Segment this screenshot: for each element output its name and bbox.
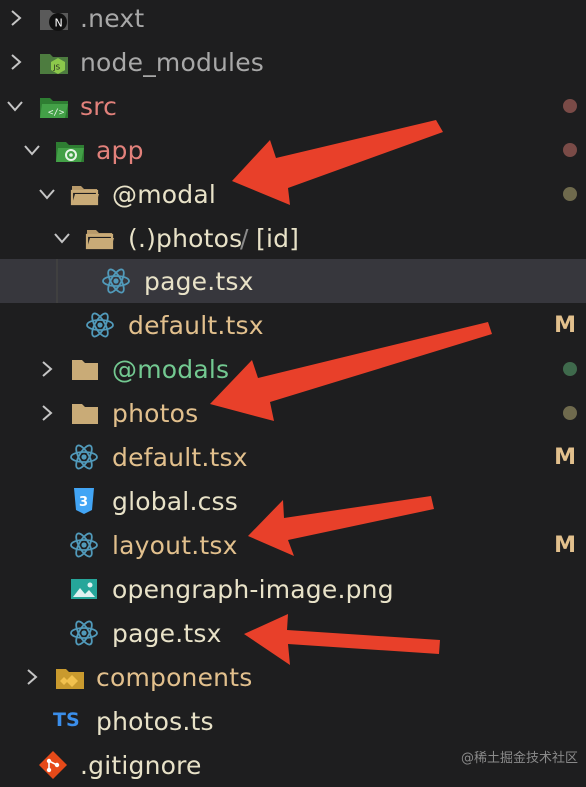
tree-item-default-tsx[interactable]: default.tsx M	[0, 435, 586, 479]
tree-item-label: @modals	[112, 354, 230, 384]
folder-open-icon	[70, 186, 99, 206]
git-status-dot	[563, 143, 577, 157]
react-icon	[70, 620, 98, 646]
svg-text:JS: JS	[53, 64, 61, 72]
git-status-dot	[563, 362, 577, 376]
git-status-dot	[563, 99, 577, 113]
tree-item-label: (.)photos	[128, 223, 243, 253]
node-folder-icon: JS	[40, 54, 68, 74]
react-icon	[70, 444, 98, 470]
svg-text:N: N	[55, 17, 63, 30]
git-status-modified: M	[554, 444, 576, 470]
next-folder-icon: N	[40, 10, 68, 31]
css-icon: 3	[74, 488, 94, 514]
tree-item-src[interactable]: </> src	[0, 84, 586, 128]
git-status-dot	[563, 406, 577, 420]
tree-item-modals[interactable]: @modals	[0, 347, 586, 391]
chevron-down-icon[interactable]	[5, 96, 25, 116]
src-folder-icon: </>	[40, 98, 68, 118]
tree-item-label: .next	[80, 3, 145, 33]
git-icon	[39, 751, 67, 779]
tree-item-label: @modal	[112, 179, 216, 209]
git-status-modified: M	[554, 532, 576, 558]
tree-item-label: page.tsx	[144, 266, 254, 296]
typescript-icon: TS	[53, 709, 80, 731]
tree-item-modal[interactable]: @modal	[0, 172, 586, 216]
svg-text:</>: </>	[48, 108, 65, 118]
tree-item-components[interactable]: components	[0, 655, 586, 699]
app-folder-icon	[56, 142, 84, 162]
tree-item-label: components	[96, 662, 253, 692]
tree-item-label: node_modules	[80, 47, 265, 77]
chevron-down-icon[interactable]	[37, 184, 57, 204]
chevron-right-icon[interactable]	[37, 403, 57, 423]
tree-item-label-segment: [id]	[256, 223, 300, 253]
chevron-right-icon[interactable]	[22, 667, 42, 687]
components-folder-icon	[56, 669, 84, 689]
tree-item-label: opengraph-image.png	[112, 574, 394, 604]
tree-item-label: app	[96, 135, 144, 165]
tree-item-label: photos.ts	[96, 706, 214, 736]
tree-item-global-css[interactable]: 3 global.css	[0, 479, 586, 523]
tree-item-label: layout.tsx	[112, 530, 238, 560]
git-status-dot	[563, 187, 577, 201]
react-icon	[70, 532, 98, 558]
tree-item-node-modules[interactable]: JS node_modules	[0, 40, 586, 84]
chevron-down-icon[interactable]	[22, 140, 42, 160]
watermark: @稀土掘金技术社区	[460, 751, 578, 766]
tree-item-photos[interactable]: photos	[0, 391, 586, 435]
react-icon	[102, 268, 130, 294]
tree-item-app[interactable]: app	[0, 128, 586, 172]
tree-item-label: src	[80, 91, 118, 121]
chevron-right-icon[interactable]	[6, 8, 26, 28]
tree-item-page-tsx[interactable]: page.tsx	[0, 611, 586, 655]
chevron-right-icon[interactable]	[37, 359, 57, 379]
tree-item-photos-ts[interactable]: TS photos.ts	[0, 699, 586, 743]
tree-item-label: page.tsx	[112, 618, 222, 648]
tree-item-intercept-photos-id[interactable]: (.)photos / [id]	[0, 216, 586, 260]
tree-item-label: photos	[112, 398, 199, 428]
tree-item-opengraph-image[interactable]: opengraph-image.png	[0, 567, 586, 611]
chevron-right-icon[interactable]	[6, 52, 26, 72]
tree-item-label: global.css	[112, 486, 238, 516]
tree-item-label: .gitignore	[80, 750, 202, 780]
chevron-down-icon[interactable]	[52, 228, 72, 248]
tree-item-layout-tsx[interactable]: layout.tsx M	[0, 523, 586, 567]
git-status-modified: M	[554, 312, 576, 338]
tree-item-next[interactable]: N .next	[0, 0, 586, 40]
react-icon	[86, 312, 114, 338]
folder-open-icon	[85, 230, 114, 250]
path-separator: /	[240, 223, 249, 253]
tree-item-default-tsx[interactable]: default.tsx M	[0, 303, 586, 347]
image-icon	[71, 579, 97, 599]
tree-item-label: default.tsx	[128, 310, 264, 340]
svg-text:3: 3	[79, 495, 88, 510]
folder-icon	[72, 360, 98, 380]
indent-guide	[56, 259, 58, 303]
folder-icon	[72, 404, 98, 424]
tree-item-label: default.tsx	[112, 442, 248, 472]
tree-item-page-tsx-selected[interactable]: page.tsx	[0, 259, 586, 303]
